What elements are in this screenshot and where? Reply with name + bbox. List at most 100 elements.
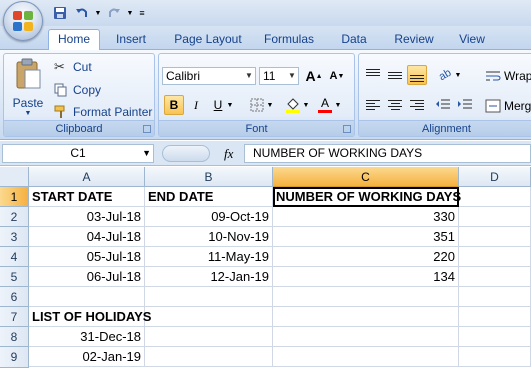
underline-dropdown-icon[interactable]: ▼ bbox=[225, 95, 235, 115]
font-name-combo[interactable]: Calibri ▼ bbox=[162, 67, 256, 85]
cell-a7[interactable]: LIST OF HOLIDAYS bbox=[29, 307, 151, 327]
undo-icon[interactable] bbox=[72, 4, 92, 22]
center-button[interactable] bbox=[385, 95, 405, 115]
decrease-indent-button[interactable] bbox=[433, 95, 453, 115]
column-header-b[interactable]: B bbox=[145, 167, 273, 187]
borders-button[interactable] bbox=[247, 95, 267, 115]
cell-a4[interactable]: 05-Jul-18 bbox=[29, 247, 145, 267]
cell-d4[interactable] bbox=[459, 247, 531, 267]
formula-input[interactable]: NUMBER OF WORKING DAYS bbox=[244, 144, 531, 163]
cell-c9[interactable] bbox=[273, 347, 459, 367]
cell-a2[interactable]: 03-Jul-18 bbox=[29, 207, 145, 227]
tab-insert[interactable]: Insert bbox=[108, 30, 154, 50]
cell-d6[interactable] bbox=[459, 287, 531, 307]
copy-button[interactable]: Copy bbox=[54, 82, 101, 98]
cell-a3[interactable]: 04-Jul-18 bbox=[29, 227, 145, 247]
cell-c5[interactable]: 134 bbox=[273, 267, 459, 287]
save-icon[interactable] bbox=[50, 4, 70, 22]
cell-a1[interactable]: START DATE bbox=[29, 187, 145, 207]
row-header-4[interactable]: 4 bbox=[0, 247, 29, 267]
cut-button[interactable]: ✂ Cut bbox=[54, 59, 92, 75]
cell-c6[interactable] bbox=[273, 287, 459, 307]
cell-c1[interactable]: NUMBER OF WORKING DAYS bbox=[273, 187, 461, 207]
cell-b7[interactable] bbox=[145, 307, 273, 327]
redo-icon[interactable] bbox=[104, 4, 124, 22]
tab-data[interactable]: Data bbox=[334, 30, 374, 50]
cell-d2[interactable] bbox=[459, 207, 531, 227]
cell-b2[interactable]: 09-Oct-19 bbox=[145, 207, 273, 227]
fill-color-dropdown-icon[interactable]: ▼ bbox=[301, 95, 311, 115]
bold-button[interactable]: B bbox=[164, 95, 184, 115]
row-header-9[interactable]: 9 bbox=[0, 347, 29, 368]
font-name-dropdown-icon[interactable]: ▼ bbox=[243, 68, 255, 84]
tab-formulas[interactable]: Formulas bbox=[258, 30, 320, 50]
cell-a9[interactable]: 02-Jan-19 bbox=[29, 347, 145, 367]
font-size-combo[interactable]: 11 ▼ bbox=[259, 67, 299, 85]
orientation-dropdown-icon[interactable]: ▼ bbox=[453, 65, 463, 85]
bottom-align-button[interactable] bbox=[407, 65, 427, 85]
format-painter-button[interactable]: Format Painter bbox=[54, 104, 152, 120]
fill-color-button[interactable] bbox=[283, 95, 303, 115]
italic-button[interactable]: I bbox=[186, 95, 206, 115]
cell-b1[interactable]: END DATE bbox=[145, 187, 273, 207]
cell-b5[interactable]: 12-Jan-19 bbox=[145, 267, 273, 287]
cell-a5[interactable]: 06-Jul-18 bbox=[29, 267, 145, 287]
cell-d1[interactable] bbox=[459, 187, 531, 207]
select-all-corner[interactable] bbox=[0, 167, 29, 187]
tab-page-layout[interactable]: Page Layout bbox=[168, 30, 248, 50]
font-size-dropdown-icon[interactable]: ▼ bbox=[286, 68, 298, 84]
wrap-text-button[interactable]: Wrap bbox=[485, 67, 531, 85]
cell-d8[interactable] bbox=[459, 327, 531, 347]
customize-qat-icon[interactable]: ≡ bbox=[136, 4, 148, 22]
cell-d9[interactable] bbox=[459, 347, 531, 367]
clipboard-launcher-icon[interactable] bbox=[143, 125, 151, 133]
name-box-dropdown-icon[interactable]: ▼ bbox=[142, 145, 151, 162]
cell-b8[interactable] bbox=[145, 327, 273, 347]
align-right-button[interactable] bbox=[407, 95, 427, 115]
cell-d5[interactable] bbox=[459, 267, 531, 287]
cell-a8[interactable]: 31-Dec-18 bbox=[29, 327, 145, 347]
font-color-dropdown-icon[interactable]: ▼ bbox=[333, 95, 343, 115]
row-header-6[interactable]: 6 bbox=[0, 287, 29, 307]
borders-dropdown-icon[interactable]: ▼ bbox=[265, 95, 275, 115]
cell-c3[interactable]: 351 bbox=[273, 227, 459, 247]
undo-dropdown-icon[interactable]: ▼ bbox=[94, 4, 102, 22]
row-header-1[interactable]: 1 bbox=[0, 187, 29, 207]
cell-b4[interactable]: 11-May-19 bbox=[145, 247, 273, 267]
insert-function-icon[interactable]: fx bbox=[224, 146, 233, 162]
row-header-8[interactable]: 8 bbox=[0, 327, 29, 347]
tab-home[interactable]: Home bbox=[48, 29, 100, 51]
cell-c8[interactable] bbox=[273, 327, 459, 347]
increase-indent-button[interactable] bbox=[455, 95, 475, 115]
tab-view[interactable]: View bbox=[452, 30, 492, 50]
cell-b6[interactable] bbox=[145, 287, 273, 307]
cell-b3[interactable]: 10-Nov-19 bbox=[145, 227, 273, 247]
cell-d3[interactable] bbox=[459, 227, 531, 247]
font-color-button[interactable]: A bbox=[315, 95, 335, 115]
name-box[interactable]: C1 ▼ bbox=[2, 144, 154, 163]
office-button[interactable] bbox=[3, 1, 43, 41]
cell-c4[interactable]: 220 bbox=[273, 247, 459, 267]
cell-b9[interactable] bbox=[145, 347, 273, 367]
column-header-d[interactable]: D bbox=[459, 167, 531, 187]
row-header-2[interactable]: 2 bbox=[0, 207, 29, 227]
top-align-button[interactable] bbox=[363, 65, 383, 85]
align-left-button[interactable] bbox=[363, 95, 383, 115]
formula-bar-resize-handle[interactable] bbox=[162, 145, 210, 162]
row-header-7[interactable]: 7 bbox=[0, 307, 29, 327]
column-header-c[interactable]: C bbox=[273, 167, 459, 187]
merge-center-button[interactable]: Merg bbox=[485, 97, 531, 115]
tab-review[interactable]: Review bbox=[388, 30, 440, 50]
middle-align-button[interactable] bbox=[385, 65, 405, 85]
cell-a6[interactable] bbox=[29, 287, 145, 307]
redo-dropdown-icon[interactable]: ▼ bbox=[126, 4, 134, 22]
cell-d7[interactable] bbox=[459, 307, 531, 327]
row-header-3[interactable]: 3 bbox=[0, 227, 29, 247]
cell-c2[interactable]: 330 bbox=[273, 207, 459, 227]
column-header-a[interactable]: A bbox=[29, 167, 145, 187]
row-header-5[interactable]: 5 bbox=[0, 267, 29, 287]
grow-font-button[interactable]: A ▲ bbox=[304, 66, 324, 86]
shrink-font-button[interactable]: A ▼ bbox=[327, 66, 347, 86]
font-launcher-icon[interactable] bbox=[343, 125, 351, 133]
orientation-button[interactable]: ab bbox=[435, 65, 455, 85]
